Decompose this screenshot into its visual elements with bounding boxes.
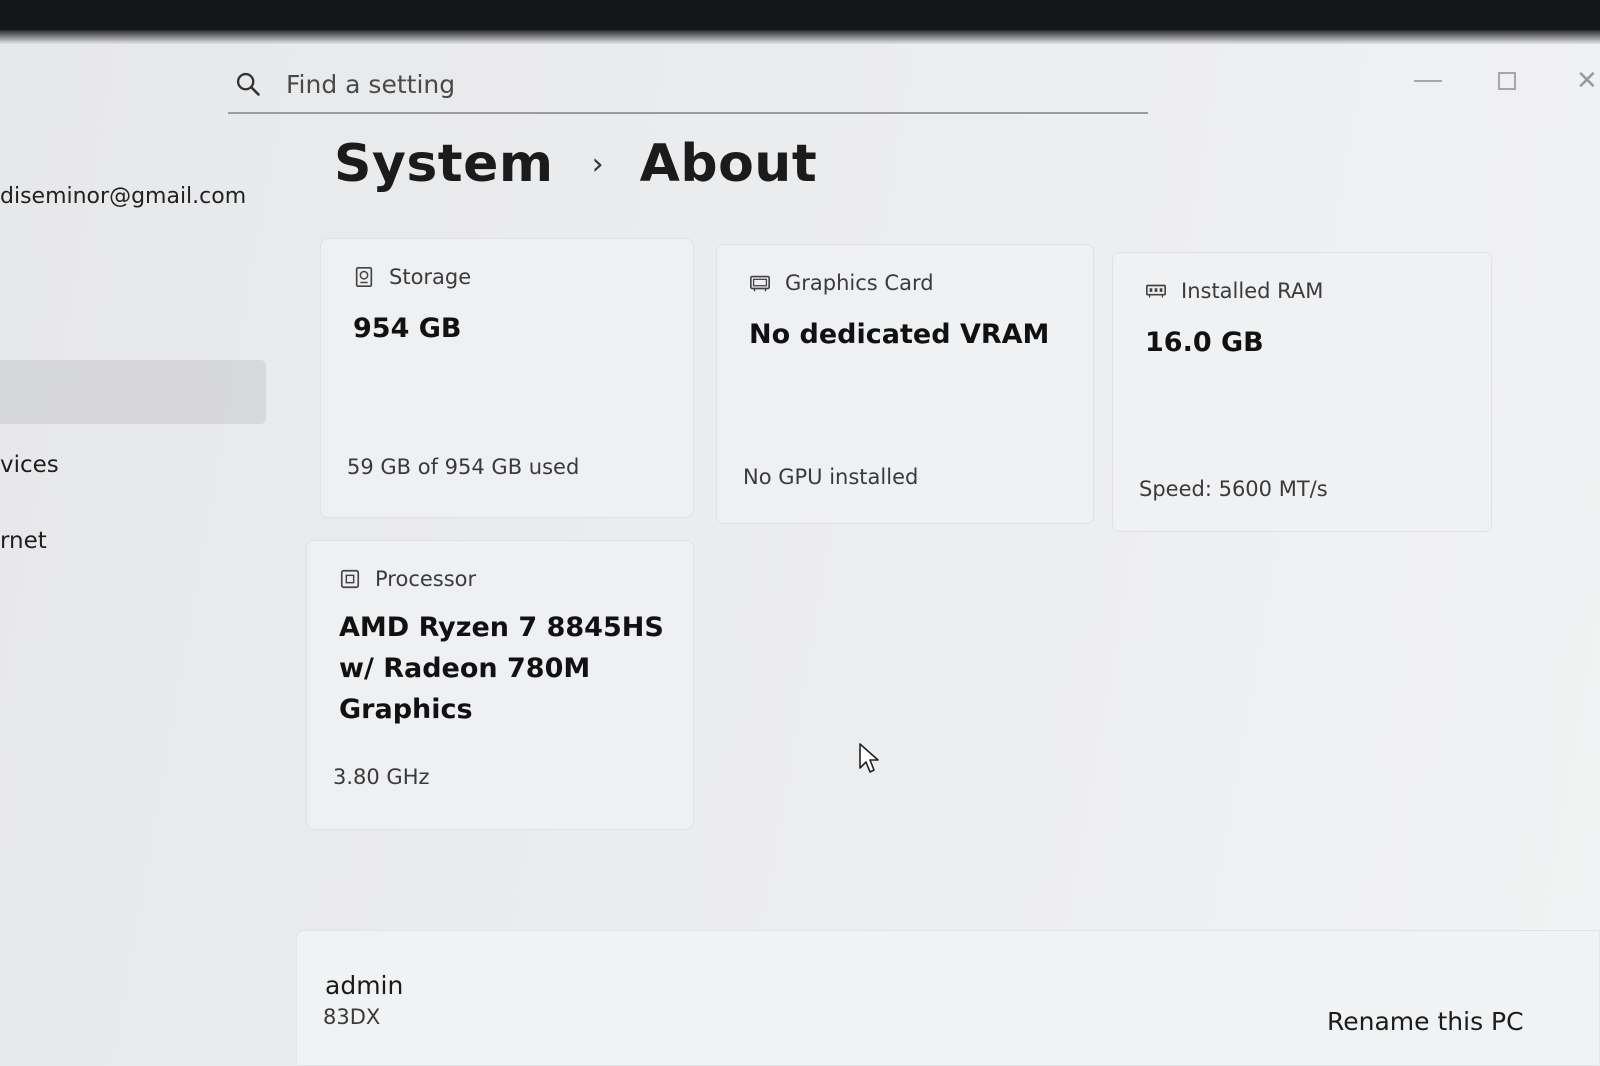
storage-card-header: Storage xyxy=(353,265,471,289)
graphics-card-icon xyxy=(750,275,770,292)
breadcrumb: System › About xyxy=(334,134,817,194)
storage-value: 954 GB xyxy=(353,313,462,344)
search-input[interactable] xyxy=(284,68,1108,100)
device-name-panel: admin 83DX Rename this PC xyxy=(296,930,1600,1066)
graphics-card-card: Graphics Card No dedicated VRAM No GPU i… xyxy=(716,244,1094,524)
processor-header: Processor xyxy=(339,567,476,591)
close-button[interactable]: ✕ xyxy=(1576,66,1598,96)
storage-label: Storage xyxy=(389,265,472,289)
processor-card: Processor AMD Ryzen 7 8845HS w/ Radeon 7… xyxy=(306,540,694,830)
graphics-card-header: Graphics Card xyxy=(749,271,934,295)
rename-pc-button[interactable]: Rename this PC xyxy=(1327,1007,1524,1036)
search-icon xyxy=(236,72,260,96)
graphics-card-value: No dedicated VRAM xyxy=(749,319,1050,350)
storage-icon xyxy=(355,267,373,287)
installed-ram-card: Installed RAM 16.0 GB Speed: 5600 MT/s xyxy=(1112,252,1492,532)
ram-speed: Speed: 5600 MT/s xyxy=(1139,477,1328,501)
processor-label: Processor xyxy=(375,567,477,591)
breadcrumb-separator: › xyxy=(591,146,604,182)
sidebar-item-network[interactable]: rnet xyxy=(0,528,47,554)
storage-usage: 59 GB of 954 GB used xyxy=(347,455,580,479)
processor-value: AMD Ryzen 7 8845HS w/ Radeon 780M Graphi… xyxy=(339,612,664,725)
device-name: admin xyxy=(325,971,404,1000)
processor-icon xyxy=(340,569,360,589)
storage-card: Storage 954 GB 59 GB of 954 GB used xyxy=(320,238,694,518)
account-email: diseminor@gmail.com xyxy=(0,184,247,209)
installed-ram-value: 16.0 GB xyxy=(1145,327,1264,358)
ram-icon xyxy=(1146,284,1166,298)
page-title: About xyxy=(639,134,818,194)
minimize-button[interactable] xyxy=(1414,80,1442,82)
graphics-card-detail: No GPU installed xyxy=(743,465,919,489)
device-model: 83DX xyxy=(323,1005,381,1029)
breadcrumb-system[interactable]: System xyxy=(334,134,554,194)
sidebar-item-devices[interactable]: vices xyxy=(0,452,59,478)
graphics-card-label: Graphics Card xyxy=(785,271,934,295)
sidebar-item-system-selected[interactable] xyxy=(0,360,266,424)
maximize-button[interactable] xyxy=(1498,72,1516,90)
search-box[interactable] xyxy=(228,56,1148,114)
installed-ram-label: Installed RAM xyxy=(1181,279,1324,303)
mouse-cursor-icon xyxy=(859,743,879,773)
processor-speed: 3.80 GHz xyxy=(333,765,430,789)
screen-bezel xyxy=(0,0,1600,30)
installed-ram-header: Installed RAM xyxy=(1145,279,1323,303)
